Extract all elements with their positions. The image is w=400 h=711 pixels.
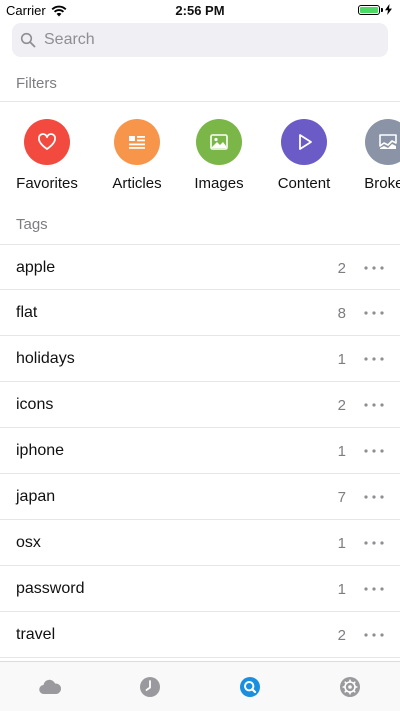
tag-count: 1	[337, 443, 346, 460]
filter-images[interactable]: Images	[174, 118, 264, 192]
filter-favorites-circle	[24, 119, 70, 165]
charging-bolt-icon	[385, 4, 392, 15]
filter-images-label: Images	[194, 175, 244, 192]
more-icon[interactable]	[364, 495, 384, 499]
filter-content-circle	[281, 119, 327, 165]
tag-row[interactable]: iphone 1	[0, 428, 400, 474]
tag-count: 2	[337, 397, 346, 414]
more-icon[interactable]	[364, 311, 384, 315]
more-icon[interactable]	[364, 633, 384, 637]
filter-broken-circle	[365, 119, 400, 165]
broken-image-icon	[379, 134, 397, 149]
more-icon[interactable]	[364, 541, 384, 545]
tab-settings[interactable]	[300, 662, 400, 711]
tag-count: 1	[337, 351, 346, 368]
tag-count: 1	[337, 581, 346, 598]
tags-list: apple 2 flat 8 holidays 1 icons 2 iphone…	[0, 244, 400, 658]
tag-row[interactable]: japan 7	[0, 474, 400, 520]
tag-row[interactable]: password 1	[0, 566, 400, 612]
tag-name: iphone	[16, 442, 65, 459]
heart-icon	[38, 133, 56, 150]
tab-cloud[interactable]	[0, 662, 100, 711]
filter-broken-label: Broken	[364, 175, 400, 192]
more-icon[interactable]	[364, 449, 384, 453]
tag-name: password	[16, 580, 85, 597]
tag-row[interactable]: osx 1	[0, 520, 400, 566]
status-time: 2:56 PM	[175, 3, 225, 18]
cloud-icon	[39, 679, 62, 694]
filters-header: Filters	[16, 75, 57, 92]
tag-row[interactable]: travel 2	[0, 612, 400, 658]
tag-name: travel	[16, 626, 56, 643]
filters-scroller[interactable]: Favorites Articles Images Content Broke	[0, 118, 400, 198]
tab-search[interactable]	[200, 662, 300, 711]
status-bar: Carrier 2:56 PM	[0, 0, 400, 20]
filter-broken[interactable]: Broken	[343, 118, 400, 192]
tag-name: flat	[16, 304, 38, 321]
tag-name: osx	[16, 534, 41, 551]
search-input[interactable]	[42, 30, 366, 50]
battery-icon	[358, 4, 380, 15]
search-bar[interactable]	[12, 23, 388, 57]
tags-header: Tags	[16, 216, 48, 233]
filter-images-circle	[196, 119, 242, 165]
filter-articles[interactable]: Articles	[92, 118, 182, 192]
filter-content[interactable]: Content	[259, 118, 349, 192]
more-icon[interactable]	[364, 266, 384, 270]
more-icon[interactable]	[364, 357, 384, 361]
filter-articles-circle	[114, 119, 160, 165]
search-icon	[20, 32, 36, 48]
filter-favorites-label: Favorites	[16, 175, 78, 192]
more-icon[interactable]	[364, 587, 384, 591]
battery-fill	[360, 6, 378, 13]
tag-count: 7	[337, 489, 346, 506]
battery-indicator	[358, 4, 392, 15]
tag-name: icons	[16, 396, 54, 413]
tab-bar	[0, 661, 400, 711]
gear-icon	[340, 676, 360, 697]
filter-articles-label: Articles	[112, 175, 162, 192]
tag-count: 8	[337, 305, 346, 322]
tag-row[interactable]: holidays 1	[0, 336, 400, 382]
tag-row[interactable]: flat 8	[0, 290, 400, 336]
tag-name: holidays	[16, 350, 75, 367]
battery-tip	[381, 7, 383, 12]
tag-name: japan	[16, 488, 56, 505]
tag-name: apple	[16, 259, 56, 276]
tab-history[interactable]	[100, 662, 200, 711]
tag-count: 2	[337, 627, 346, 644]
filter-content-label: Content	[277, 175, 331, 192]
clock-icon	[140, 676, 160, 697]
filter-favorites[interactable]: Favorites	[2, 118, 92, 192]
tag-row[interactable]: apple 2	[0, 244, 400, 290]
search-icon	[240, 676, 260, 697]
play-icon	[299, 134, 312, 150]
more-icon[interactable]	[364, 403, 384, 407]
tag-count: 1	[337, 535, 346, 552]
article-icon	[129, 136, 145, 149]
filters-divider	[0, 101, 400, 102]
tag-row[interactable]: icons 2	[0, 382, 400, 428]
image-icon	[210, 134, 228, 150]
tag-count: 2	[337, 260, 346, 277]
